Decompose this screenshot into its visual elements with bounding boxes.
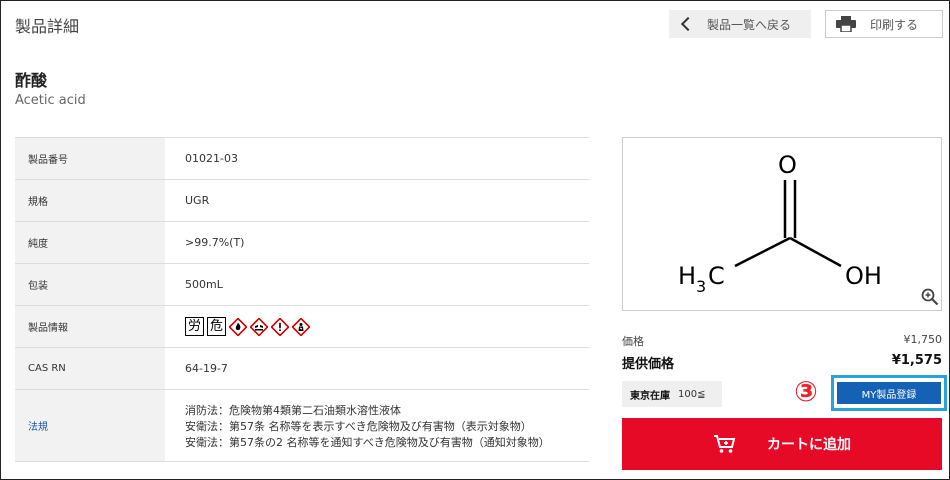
oxygen-label: O: [778, 151, 797, 179]
spec-label: 製品情報: [15, 305, 165, 348]
spec-label: CAS RN: [15, 347, 165, 390]
stock-quantity: 100≦: [678, 388, 706, 400]
spec-value: 01021-03: [165, 137, 589, 180]
health-hazard-icon: [292, 317, 310, 336]
table-row: 純度 >99.7%(T): [15, 221, 589, 264]
danger-mark-icon: 危: [207, 317, 226, 336]
chevron-left-icon: [680, 16, 696, 32]
spec-label: 包装: [15, 263, 165, 306]
product-name: 酢酸: [15, 71, 48, 90]
spec-label: 規格: [15, 179, 165, 222]
structure-image: O H 3 C OH: [622, 137, 942, 311]
acetic-acid-structure: O H 3 C OH: [678, 151, 882, 296]
back-to-list-button[interactable]: 製品一覧へ戻る: [669, 10, 811, 38]
highlight-box: MY製品登録: [831, 375, 947, 411]
regulation-line: 安衛法：第57条の2 名称等を通知すべき危険物及び有害物（通知対象物）: [185, 435, 550, 449]
table-row: 製品情報 労 危: [15, 305, 589, 348]
table-row: 規格 UGR: [15, 179, 589, 222]
hydroxyl-label: OH: [845, 262, 882, 290]
product-english-name: Acetic acid: [15, 93, 86, 108]
spec-table: 製品番号 01021-03 規格 UGR 純度 >99.7%(T) 包装 500…: [15, 137, 589, 462]
cart-icon: [714, 435, 736, 453]
spec-label: 製品番号: [15, 137, 165, 180]
spec-value: >99.7%(T): [165, 221, 589, 264]
spec-value: 500mL: [165, 263, 589, 306]
table-row: 製品番号 01021-03: [15, 137, 589, 180]
table-row: CAS RN 64-19-7: [15, 347, 589, 390]
regulation-line: 安衛法：第57条 名称等を表示すべき危険物及び有害物（表示対象物）: [185, 419, 532, 433]
zoom-in-icon[interactable]: [921, 288, 939, 306]
methyl-c-label: C: [708, 262, 725, 290]
add-to-cart-button[interactable]: カートに追加: [622, 418, 942, 470]
product-detail-page: 製品詳細 製品一覧へ戻る 印刷する 酢酸 Acetic acid 製品番号 01…: [0, 0, 950, 480]
page-title: 製品詳細: [15, 17, 80, 36]
exclamation-hazard-icon: [271, 317, 289, 336]
offer-price-value: ¥1,575: [891, 353, 942, 368]
table-row: 法規 消防法：危険物第4類第二石油類水溶性液体 安衛法：第57条 名称等を表示す…: [15, 389, 589, 462]
printer-icon: [836, 16, 856, 32]
list-price-value: ¥1,750: [903, 333, 943, 346]
stock-location: 東京在庫: [630, 390, 670, 402]
regulations-link[interactable]: 法規: [28, 422, 48, 433]
flame-hazard-icon: [229, 317, 247, 336]
labor-mark-icon: 労: [185, 317, 204, 336]
print-button[interactable]: 印刷する: [825, 10, 943, 38]
list-price-row: 価格 ¥1,750: [622, 333, 942, 349]
stock-badge: 東京在庫 100≦: [622, 381, 722, 407]
my-product-register-button[interactable]: MY製品登録: [837, 382, 941, 404]
spec-value: 労 危: [165, 305, 589, 348]
back-to-list-label: 製品一覧へ戻る: [707, 17, 792, 32]
step-number-annotation: ③: [794, 375, 818, 408]
print-label: 印刷する: [870, 17, 919, 32]
table-row: 包装 500mL: [15, 263, 589, 306]
list-price-label: 価格: [622, 335, 644, 348]
offer-price-label: 提供価格: [622, 357, 675, 372]
spec-value: 消防法：危険物第4類第二石油類水溶性液体 安衛法：第57条 名称等を表示すべき危…: [165, 389, 589, 462]
add-to-cart-label: カートに追加: [767, 437, 851, 453]
hazard-pictograms: 労 危: [185, 317, 588, 336]
corrosion-hazard-icon: [250, 317, 268, 336]
offer-price-row: 提供価格 ¥1,575: [622, 353, 942, 372]
spec-value: UGR: [165, 179, 589, 222]
spec-label: 純度: [15, 221, 165, 264]
spec-value: 64-19-7: [165, 347, 589, 390]
methyl-h-subscript: 3: [696, 277, 706, 296]
methyl-h-label: H: [678, 262, 696, 290]
regulation-line: 消防法：危険物第4類第二石油類水溶性液体: [185, 403, 401, 417]
